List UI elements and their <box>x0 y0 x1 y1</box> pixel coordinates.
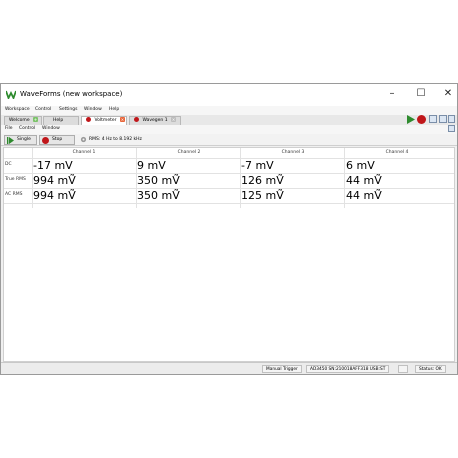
row-label-true-rms: True RMS <box>5 177 26 182</box>
true-rms-channel-1-value: 994 mṼ <box>33 174 76 187</box>
single-button-label: Single <box>17 137 31 142</box>
waveforms-logo-icon <box>6 90 16 99</box>
true-rms-channel-3-value: 126 mṼ <box>241 174 284 187</box>
maximize-icon[interactable]: ☐ <box>413 87 429 101</box>
menu-file[interactable]: File <box>5 126 13 131</box>
tab-bar: Welcome + Help Voltmeter × Wavegen 1 × <box>1 115 457 125</box>
close-tab-icon[interactable]: × <box>171 117 176 122</box>
tab-wavegen-label: Wavegen 1 <box>142 118 168 123</box>
single-run-icon <box>7 137 14 144</box>
dc-channel-1-value: -17 mV <box>33 159 73 172</box>
device-info[interactable]: AD3450 SN:210018AFF318 USB:ST <box>306 365 390 373</box>
window-title: WaveForms (new workspace) <box>20 90 123 98</box>
column-header-channel-3: Channel 3 <box>281 150 305 155</box>
menu-bar: Workspace Control Settings Window Help <box>1 106 457 115</box>
minimize-icon[interactable]: – <box>384 87 400 101</box>
tab-voltmeter[interactable]: Voltmeter × <box>81 116 127 125</box>
stop-button-label: Stop <box>52 137 63 142</box>
measurement-panel: Channel 1 Channel 2 Channel 3 Channel 4 … <box>3 147 455 362</box>
zoom-icon[interactable] <box>429 115 437 123</box>
manual-trigger-button[interactable]: Manual Trigger <box>262 365 302 373</box>
dc-channel-3-value: -7 mV <box>241 159 274 172</box>
run-icon[interactable] <box>406 115 415 124</box>
stop-icon <box>42 137 49 144</box>
dock-icon[interactable] <box>448 125 455 132</box>
instrument-menu-bar: File Control Window <box>1 125 457 134</box>
status-bar: Manual Trigger AD3450 SN:210018AFF318 US… <box>1 362 457 374</box>
ac-rms-channel-3-value: 125 mṼ <box>241 189 284 202</box>
tab-wavegen[interactable]: Wavegen 1 × <box>129 116 181 125</box>
ac-rms-channel-4-value: 44 mṼ <box>346 189 382 202</box>
rms-range-text: RMS: 4 Hz to 8.192 kHz <box>89 137 142 142</box>
wavegen-tab-icon <box>134 117 139 122</box>
true-rms-channel-4-value: 44 mṼ <box>346 174 382 187</box>
window-layout-icon[interactable] <box>439 115 447 123</box>
status-text: Status: OK <box>415 365 446 373</box>
column-header-channel-1: Channel 1 <box>72 150 96 155</box>
true-rms-channel-2-value: 350 mṼ <box>137 174 180 187</box>
ac-rms-channel-1-value: 994 mṼ <box>33 189 76 202</box>
tab-welcome[interactable]: Welcome + <box>4 116 42 125</box>
close-tab-icon[interactable]: × <box>119 117 125 122</box>
dc-channel-4-value: 6 mV <box>346 159 375 172</box>
row-label-ac-rms: AC RMS <box>5 192 23 197</box>
tab-welcome-label: Welcome <box>9 118 30 123</box>
device-icon[interactable] <box>398 365 408 373</box>
menu-workspace[interactable]: Workspace <box>5 107 30 112</box>
stop-button[interactable]: Stop <box>39 135 75 145</box>
tab-help-label: Help <box>53 118 64 123</box>
menu-window[interactable]: Window <box>84 107 102 112</box>
column-header-channel-2: Channel 2 <box>177 150 201 155</box>
tab-help[interactable]: Help <box>43 116 79 125</box>
stop-all-icon[interactable] <box>417 115 426 124</box>
options-icon[interactable] <box>448 115 455 123</box>
divider <box>344 148 345 208</box>
row-label-dc: DC <box>5 162 12 167</box>
app-window: WaveForms (new workspace) – ☐ ✕ Workspac… <box>0 83 458 375</box>
voltmeter-tab-icon <box>86 117 91 122</box>
dc-channel-2-value: 9 mV <box>137 159 166 172</box>
single-button[interactable]: Single <box>4 135 37 145</box>
tab-voltmeter-label: Voltmeter <box>94 118 117 123</box>
menu-control[interactable]: Control <box>35 107 51 112</box>
add-tab-icon[interactable]: + <box>33 117 39 122</box>
gear-icon[interactable] <box>80 136 87 143</box>
divider <box>4 203 454 204</box>
column-header-channel-4: Channel 4 <box>385 150 409 155</box>
close-icon[interactable]: ✕ <box>440 87 456 101</box>
title-bar: WaveForms (new workspace) – ☐ ✕ <box>1 84 457 106</box>
menu-help[interactable]: Help <box>109 107 119 112</box>
menu-window-sub[interactable]: Window <box>42 126 60 131</box>
menu-control-sub[interactable]: Control <box>19 126 35 131</box>
ac-rms-channel-2-value: 350 mṼ <box>137 189 180 202</box>
menu-settings[interactable]: Settings <box>59 107 77 112</box>
